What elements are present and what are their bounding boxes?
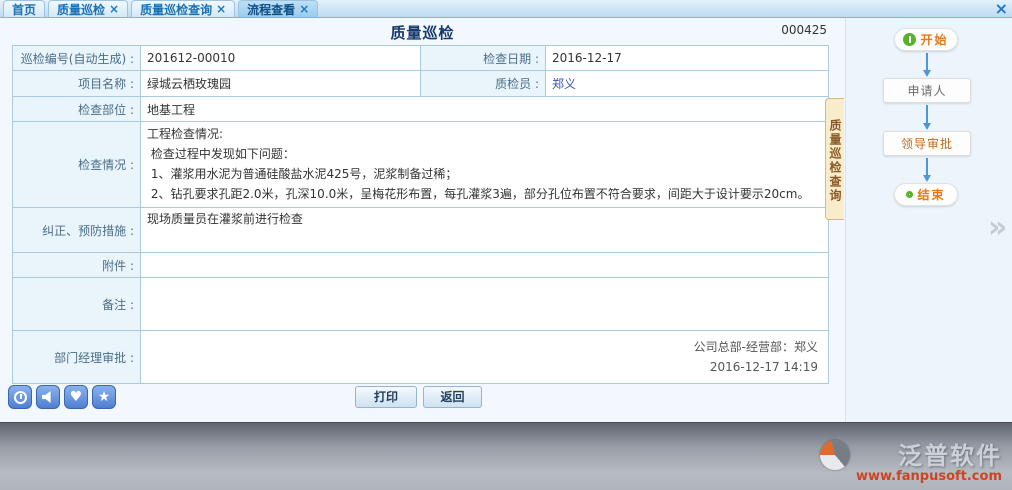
footer-bar: 泛普软件 www.fanpusoft.com: [0, 422, 1012, 490]
tab-close-icon[interactable]: ×: [109, 3, 119, 15]
tab-label: 质量巡检查询: [140, 1, 212, 18]
check-part-value: 地基工程: [141, 97, 829, 122]
remark-label: 备注 :: [13, 278, 141, 331]
flow-arrow-icon: [926, 53, 928, 75]
table-row: 检查情况 : 工程检查情况: 检查过程中发现如下问题： 1、灌浆用水泥为普通硅酸…: [13, 122, 829, 208]
side-tab-quality-inspection-query[interactable]: 质量巡检查询: [825, 98, 844, 220]
table-row: 备注 :: [13, 278, 829, 331]
brand-name: 泛普软件: [856, 443, 1002, 469]
flow-arrow-icon: [926, 105, 928, 128]
window-close-icon[interactable]: ×: [995, 1, 1008, 17]
table-row: 部门经理审批 : 公司总部-经营部：郑义 2016-12-17 14:19: [13, 331, 829, 384]
clock-icon[interactable]: [8, 385, 32, 409]
inspector-label: 质检员 :: [421, 71, 546, 97]
start-icon: [903, 33, 916, 46]
flow-node-label: 领导审批: [901, 135, 953, 152]
check-date-label: 检查日期 :: [421, 46, 546, 71]
workflow-leader-approval-node[interactable]: 领导审批: [883, 131, 971, 156]
app-window: 首页 质量巡检 × 质量巡检查询 × 流程查看 × × 质量巡检 000425 …: [0, 0, 1012, 490]
inspection-form-table: 巡检编号(自动生成) : 201612-00010 检查日期 : 2016-12…: [12, 45, 829, 384]
tab-quality-inspection-query[interactable]: 质量巡检查询 ×: [131, 0, 235, 17]
fanpu-logo-icon: [820, 440, 850, 470]
brand-url: www.fanpusoft.com: [856, 469, 1002, 484]
table-row: 检查部位 : 地基工程: [13, 97, 829, 122]
approval-approver: 公司总部-经营部：郑义: [141, 337, 818, 357]
attachment-value: [141, 253, 829, 278]
tab-home[interactable]: 首页: [3, 0, 45, 17]
approval-time: 2016-12-17 14:19: [141, 357, 818, 377]
tab-label: 流程查看: [247, 1, 295, 18]
tab-label: 质量巡检: [57, 1, 105, 18]
tab-label: 首页: [12, 1, 36, 18]
workflow-end-node[interactable]: 结束: [894, 183, 958, 206]
check-situation-line: 1、灌浆用水泥为普通硅酸盐水泥425号，泥浆制备过稀；: [147, 164, 828, 184]
tab-bar: 首页 质量巡检 × 质量巡检查询 × 流程查看 × ×: [0, 0, 1012, 18]
check-situation-line: 检查过程中发现如下问题：: [147, 144, 828, 164]
speaker-icon[interactable]: [36, 385, 60, 409]
heart-icon[interactable]: ♥: [64, 385, 88, 409]
check-situation-line: 2、钻孔要求孔距2.0米，孔深10.0米，呈梅花形布置，每孔灌浆3遍，部分孔位布…: [147, 184, 828, 204]
table-row: 纠正、预防措施 : 现场质量员在灌浆前进行检查: [13, 208, 829, 253]
inspector-value[interactable]: 郑义: [546, 71, 829, 97]
check-situation-line: 工程检查情况:: [147, 124, 828, 144]
toolbar-icons: ♥ ★: [8, 385, 116, 409]
clock-glyph: [14, 391, 27, 404]
corrective-measures-label: 纠正、预防措施 :: [13, 208, 141, 253]
speaker-glyph: [42, 391, 55, 403]
doc-number: 000425: [781, 23, 827, 37]
back-button[interactable]: 返回: [423, 386, 482, 408]
remark-value: [141, 278, 829, 331]
flow-node-label: 申请人: [907, 82, 946, 99]
flow-arrow-icon: [926, 158, 928, 180]
form-panel: 质量巡检 000425 巡检编号(自动生成) : 201612-00010 检查…: [0, 18, 845, 422]
workflow-applicant-node[interactable]: 申请人: [883, 78, 971, 103]
check-part-label: 检查部位 :: [13, 97, 141, 122]
brand-text: 泛普软件 www.fanpusoft.com: [856, 443, 1002, 484]
dept-manager-approval-label: 部门经理审批 :: [13, 331, 141, 384]
inspection-no-label: 巡检编号(自动生成) :: [13, 46, 141, 71]
print-button[interactable]: 打印: [355, 386, 417, 408]
tab-close-icon[interactable]: ×: [216, 3, 226, 15]
check-date-value: 2016-12-17: [546, 46, 829, 71]
table-row: 项目名称 : 绿城云栖玫瑰园 质检员 : 郑义: [13, 71, 829, 97]
inspection-no-value: 201612-00010: [141, 46, 421, 71]
table-row: 附件 :: [13, 253, 829, 278]
brand-logo: 泛普软件 www.fanpusoft.com: [820, 440, 1002, 484]
expand-chevron-icon[interactable]: »: [988, 210, 1007, 245]
tab-quality-inspection[interactable]: 质量巡检 ×: [48, 0, 128, 17]
workflow-panel: 开始 申请人 领导审批 结束: [845, 18, 1012, 422]
flow-node-label: 开始: [920, 31, 948, 48]
page-title: 质量巡检: [0, 22, 845, 43]
workflow-start-node[interactable]: 开始: [894, 28, 958, 51]
tab-close-icon[interactable]: ×: [299, 3, 309, 15]
star-icon[interactable]: ★: [92, 385, 116, 409]
dept-manager-approval-value: 公司总部-经营部：郑义 2016-12-17 14:19: [141, 331, 829, 384]
table-row: 巡检编号(自动生成) : 201612-00010 检查日期 : 2016-12…: [13, 46, 829, 71]
project-name-value: 绿城云栖玫瑰园: [141, 71, 421, 97]
content-area: 质量巡检 000425 巡检编号(自动生成) : 201612-00010 检查…: [0, 18, 1012, 422]
flow-node-label: 结束: [917, 186, 945, 203]
check-situation-label: 检查情况 :: [13, 122, 141, 208]
end-icon: [906, 191, 913, 198]
attachment-label: 附件 :: [13, 253, 141, 278]
check-situation-value: 工程检查情况: 检查过程中发现如下问题： 1、灌浆用水泥为普通硅酸盐水泥425号…: [141, 122, 829, 208]
project-name-label: 项目名称 :: [13, 71, 141, 97]
corrective-measures-value: 现场质量员在灌浆前进行检查: [141, 208, 829, 253]
tab-process-view[interactable]: 流程查看 ×: [238, 0, 318, 17]
